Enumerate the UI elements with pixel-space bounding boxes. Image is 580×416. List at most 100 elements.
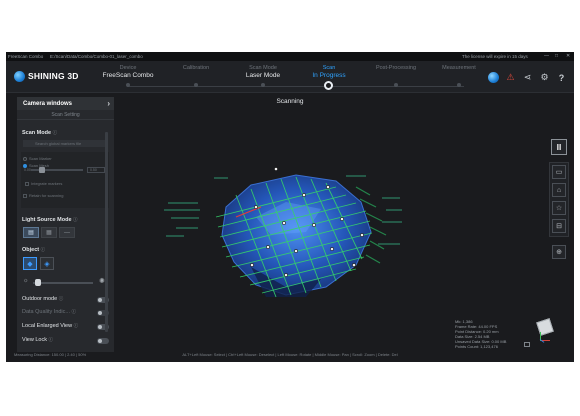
clip-icon: ⊟ [556, 223, 562, 230]
global-markers-search-input[interactable]: Search global markers file [23, 140, 107, 147]
favorite-button[interactable]: ☆ [552, 201, 566, 215]
cross-lines-icon: ▦ [46, 230, 52, 236]
scan-settings-panel: Camera windows › Scan Setting Scan Mode … [17, 97, 114, 352]
radio-scan-marker[interactable]: Scan Marker [23, 156, 52, 161]
step-post-processing[interactable]: Post-Processing [361, 65, 431, 87]
info-icon: ⓘ [71, 309, 77, 314]
stat-line: Points Count: 1,123,476 [455, 344, 498, 349]
checkbox-retain[interactable]: Retain for scanning [23, 193, 63, 198]
info-icon: ⓘ [52, 130, 58, 135]
maximize-button[interactable]: □ [555, 53, 558, 59]
brightness-slider-handle[interactable] [35, 279, 41, 286]
info-icon: ⓘ [58, 296, 64, 301]
checkbox-label: Retain for scanning [29, 193, 64, 198]
local-enlarged-view-row: Local Enlarged View ⓘ [22, 323, 109, 332]
toggle-label: Data Quality Indic... [22, 309, 70, 315]
step-scan[interactable]: Scan In Progress [294, 65, 364, 90]
radio-icon [23, 156, 27, 161]
alert-icon[interactable]: ⚠ [505, 72, 516, 83]
object-shiny-button[interactable]: ◈ [40, 257, 54, 270]
scan-mesh-surface [221, 174, 372, 296]
object-label: Object [22, 247, 40, 253]
close-button[interactable]: ✕ [566, 53, 570, 59]
shiny-cube-icon: ◈ [44, 260, 50, 268]
title-bar: FreeScan Combo E:/Scan/Data/Combo/Combo-… [6, 52, 574, 61]
mouse-hint: ALT+Left Mouse: Select | Ctrl+Left Mouse… [182, 352, 398, 357]
cube-icon: ◆ [27, 260, 33, 268]
light-source-label: Light Source Mode [22, 217, 72, 223]
brightness-control: ☼ ✺ [23, 278, 109, 287]
home-view-button[interactable]: ⌂ [552, 183, 566, 197]
window-icon: ▭ [555, 169, 563, 176]
view-lock-row: View Lock ⓘ [22, 337, 109, 346]
project-path: E:/Scan/Data/Combo/Combo-01_laser_combo [50, 54, 143, 59]
step-dot [194, 83, 198, 87]
checkbox-integrate-markers[interactable]: Integrate markers [25, 181, 62, 186]
language-globe-icon[interactable]: ◍ [488, 72, 499, 83]
toggle-label: View Lock [22, 337, 47, 343]
radio-label: Scan Marker [29, 156, 52, 161]
share-icon[interactable]: ⋖ [522, 72, 533, 83]
light-mode-cross-button[interactable]: ▦ [41, 227, 57, 238]
step-device[interactable]: Device FreeScan Combo [93, 65, 163, 87]
view-window-button[interactable]: ▭ [552, 165, 566, 179]
step-label: Device [119, 65, 137, 71]
step-label: Measurement [442, 65, 476, 71]
info-icon: ⓘ [73, 217, 78, 222]
view-lock-toggle[interactable] [97, 338, 109, 344]
data-quality-row: Data Quality Indic... ⓘ [22, 309, 109, 318]
scan-statistics: Mk: 1,386 Frame Rate: 44.00 FPS Point Di… [455, 319, 506, 349]
resolution-spinbox[interactable]: 0.50 [87, 167, 105, 173]
view-cube-icon[interactable] [536, 318, 554, 336]
step-value: FreeScan Combo [102, 72, 154, 79]
light-mode-single-button[interactable]: — [59, 227, 75, 238]
brightness-low-icon: ☼ [23, 278, 29, 284]
step-measurement[interactable]: Measurement [424, 65, 494, 87]
step-label: Post-Processing [375, 65, 417, 71]
minimize-button[interactable]: — [544, 53, 549, 59]
app-name: FreeScan Combo [8, 54, 44, 59]
scan-status: Scanning [276, 98, 304, 105]
light-mode-parallel-button[interactable]: ▤ [23, 227, 39, 238]
scan-mode-label: Scan Mode [22, 130, 52, 136]
resolution-slider-handle[interactable] [39, 167, 45, 173]
add-marker-icon: ⊕ [556, 249, 562, 256]
pause-scan-button[interactable]: II [551, 139, 567, 155]
app-window: FreeScan Combo E:/Scan/Data/Combo/Combo-… [6, 52, 574, 362]
scan-setting-header: Scan Setting [17, 112, 114, 120]
single-line-icon: — [64, 229, 70, 236]
add-marker-button[interactable]: ⊕ [552, 245, 566, 259]
screen-capture-icon[interactable] [524, 342, 530, 347]
step-value: Laser Mode [245, 72, 281, 79]
step-calibration[interactable]: Calibration [161, 65, 231, 87]
toggle-label: Local Enlarged View [22, 323, 73, 329]
help-icon[interactable]: ? [556, 72, 567, 83]
settings-icon[interactable]: ⚙ [539, 72, 550, 83]
star-icon: ☆ [555, 205, 563, 212]
brightness-slider-track[interactable] [33, 282, 93, 284]
brightness-high-icon: ✺ [99, 278, 105, 285]
step-dot [394, 83, 398, 87]
workflow-progress-line [128, 86, 464, 87]
outdoor-mode-row: Outdoor mode ⓘ [22, 296, 109, 305]
object-section: Object ⓘ [22, 247, 45, 253]
checkbox-icon [25, 181, 29, 186]
step-current-indicator [324, 81, 333, 90]
radio-selected-icon [23, 163, 27, 168]
step-label: Calibration [182, 65, 210, 71]
brand-name: SHINING 3D [28, 71, 79, 81]
clip-plane-button[interactable]: ⊟ [552, 219, 566, 233]
header: SHINING 3D Device FreeScan Combo Calibra… [6, 61, 574, 93]
step-dot [457, 83, 461, 87]
light-source-section: Light Source Mode ⓘ [22, 217, 78, 223]
panel-scrollbar[interactable] [105, 132, 108, 332]
step-dot [126, 83, 130, 87]
checkbox-label: Integrate markers [31, 181, 63, 186]
pause-icon: II [556, 142, 562, 152]
info-icon: ⓘ [73, 323, 79, 328]
toggle-label: Outdoor mode [22, 296, 58, 302]
step-scan-mode[interactable]: Scan Mode Laser Mode [228, 65, 298, 87]
scan-mesh-viewport[interactable] [156, 147, 416, 322]
license-notice: The license will expire in 15 days [462, 54, 528, 59]
object-solid-button[interactable]: ◆ [23, 257, 37, 270]
